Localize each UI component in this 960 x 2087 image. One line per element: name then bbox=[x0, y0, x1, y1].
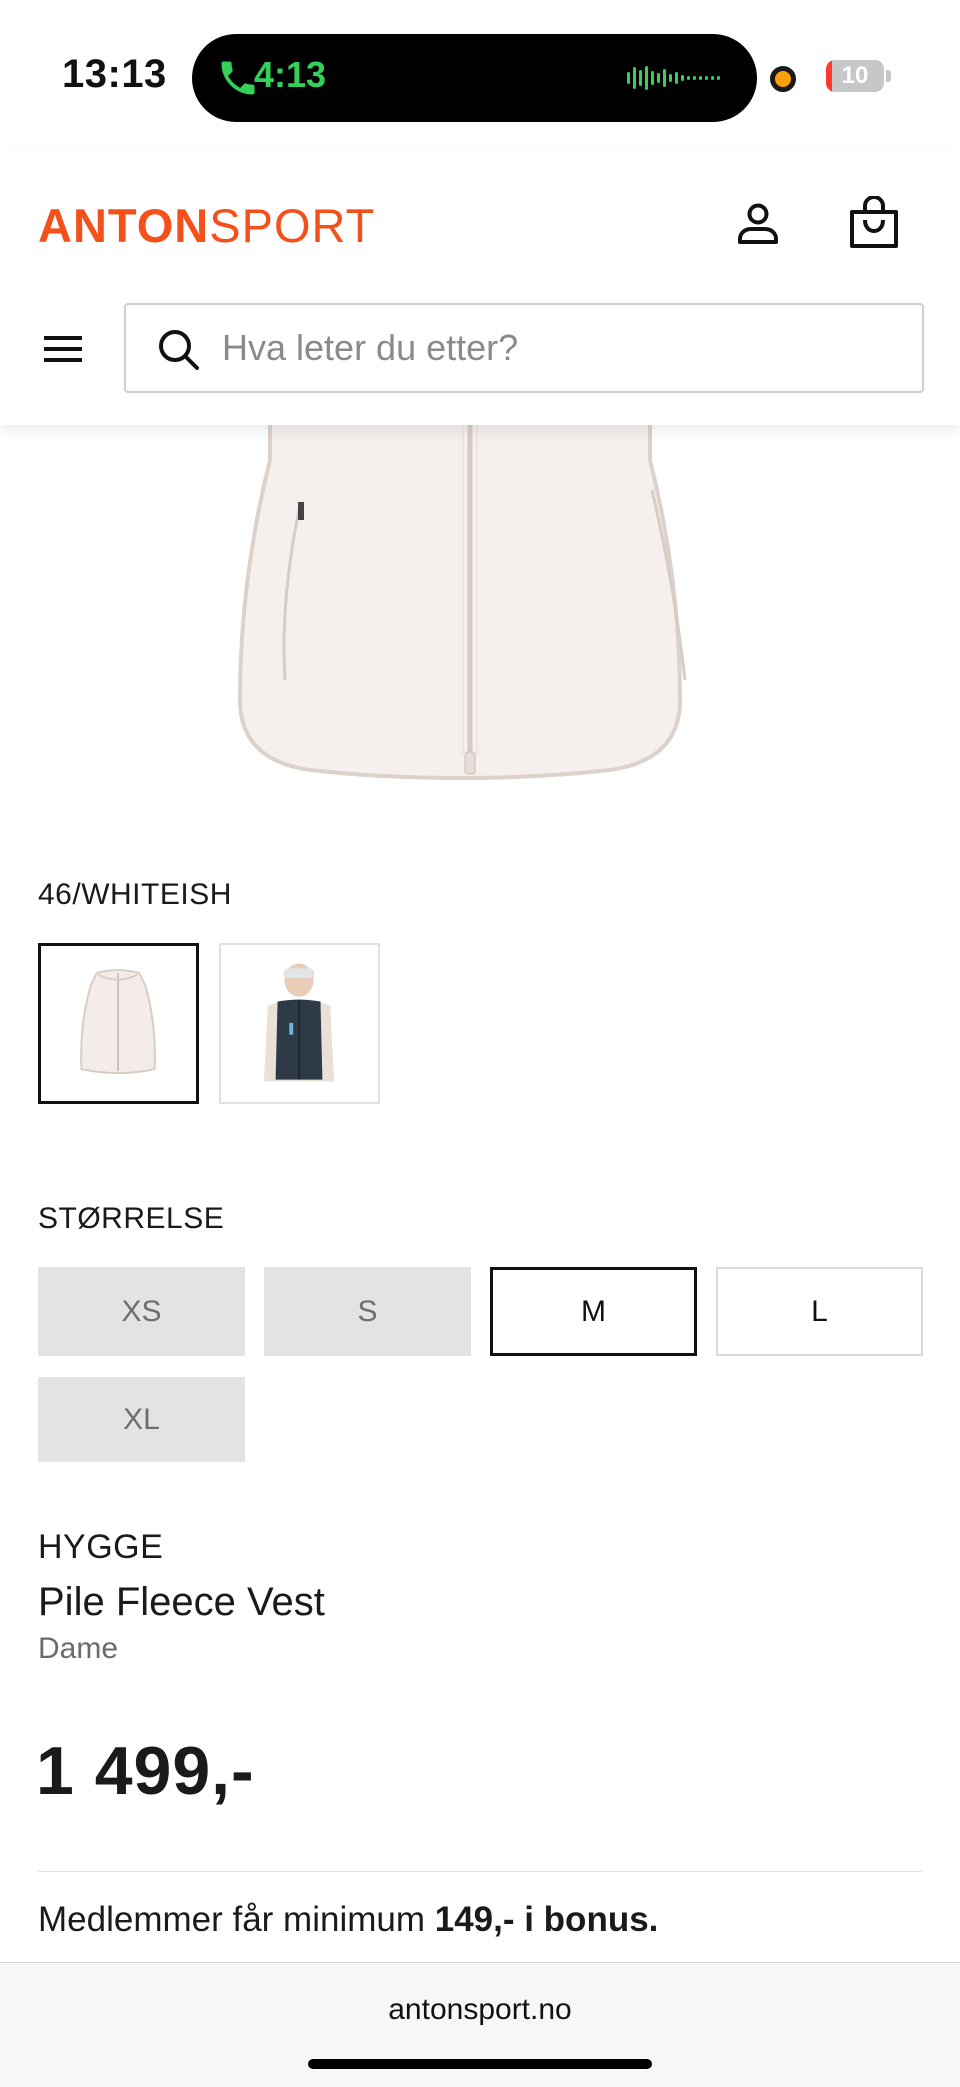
status-bar: 13:13 4:13 10 bbox=[0, 0, 960, 150]
site-header: ANTONSPORT bbox=[0, 150, 960, 425]
bonus-prefix: Medlemmer får minimum bbox=[38, 1900, 435, 1939]
product-gender: Dame bbox=[38, 1632, 119, 1665]
color-swatch-model[interactable] bbox=[219, 943, 380, 1104]
product-brand[interactable]: HYGGE bbox=[38, 1528, 163, 1567]
product-image[interactable] bbox=[200, 380, 720, 800]
call-duration: 4:13 bbox=[254, 54, 327, 95]
search-icon bbox=[159, 330, 199, 370]
size-button-s[interactable]: S bbox=[264, 1267, 471, 1356]
browser-url[interactable]: antonsport.no bbox=[0, 1993, 960, 2027]
anton-sport-logo[interactable]: ANTONSPORT bbox=[38, 202, 375, 249]
product-price: 1 499,- bbox=[36, 1733, 255, 1809]
menu-icon[interactable] bbox=[40, 330, 86, 368]
search-box[interactable] bbox=[124, 303, 924, 393]
divider bbox=[38, 1871, 922, 1872]
size-button-xs[interactable]: XS bbox=[38, 1267, 245, 1356]
search-input[interactable] bbox=[222, 305, 902, 391]
color-label: 46/WHITEISH bbox=[38, 878, 232, 911]
logo-bold-text: ANTON bbox=[38, 199, 210, 252]
size-label: STØRRELSE bbox=[38, 1202, 225, 1235]
dynamic-island[interactable]: 4:13 bbox=[192, 34, 757, 122]
logo-light-text: SPORT bbox=[209, 199, 376, 252]
member-bonus-text: Medlemmer får minimum 149,- i bonus. bbox=[38, 1900, 658, 1940]
audio-waveform-icon bbox=[627, 66, 720, 90]
battery-cap bbox=[886, 70, 891, 82]
status-time: 13:13 bbox=[62, 52, 167, 96]
browser-bottom-bar: antonsport.no bbox=[0, 1962, 960, 2087]
color-swatch-whiteish[interactable] bbox=[38, 943, 199, 1104]
battery-level: 10 bbox=[841, 62, 869, 89]
bonus-amount: 149,- i bonus. bbox=[434, 1900, 659, 1939]
size-button-m[interactable]: M bbox=[490, 1267, 697, 1356]
battery-icon: 10 bbox=[826, 60, 884, 92]
swatch-vest-image bbox=[80, 969, 156, 1074]
size-button-xl[interactable]: XL bbox=[38, 1377, 245, 1462]
size-button-l[interactable]: L bbox=[716, 1267, 923, 1356]
recording-indicator-icon bbox=[770, 66, 796, 92]
shopping-bag-icon[interactable] bbox=[848, 196, 900, 250]
product-name: Pile Fleece Vest bbox=[38, 1580, 325, 1624]
account-icon[interactable] bbox=[734, 200, 782, 248]
swatch-model-image bbox=[263, 963, 335, 1082]
home-indicator[interactable] bbox=[308, 2059, 652, 2069]
